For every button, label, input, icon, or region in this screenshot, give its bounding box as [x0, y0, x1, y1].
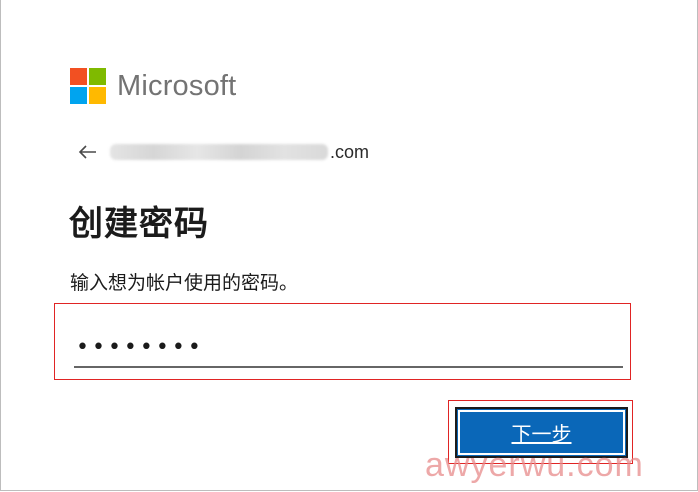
email-redacted [110, 144, 328, 160]
microsoft-logo-icon [70, 68, 106, 104]
microsoft-logo: Microsoft [70, 68, 236, 104]
password-input[interactable]: •••••••• [74, 330, 623, 368]
email-domain: .com [330, 141, 370, 162]
page-title: 创建密码 [69, 205, 209, 243]
identity-banner: .com [76, 140, 369, 164]
back-arrow-icon[interactable] [76, 140, 100, 164]
next-button[interactable]: 下一步 [455, 407, 628, 458]
page-subtitle: 输入想为帐户使用的密码。 [70, 273, 299, 294]
brand-name: Microsoft [117, 69, 237, 102]
password-masked-value: •••••••• [76, 335, 204, 360]
